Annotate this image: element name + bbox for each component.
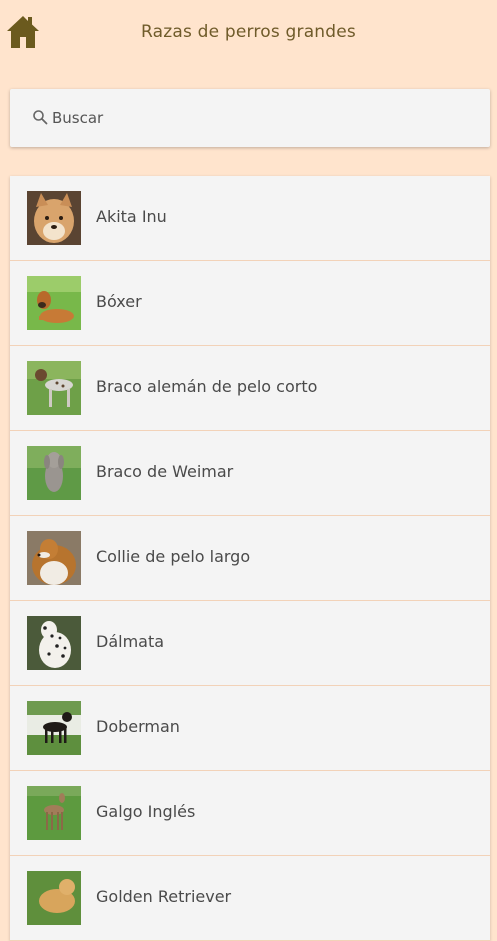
breed-name: Golden Retriever <box>96 887 232 906</box>
breed-list: Akita Inu Bóxer Braco alemán de pelo cor… <box>10 176 490 941</box>
app-header: Razas de perros grandes <box>0 0 497 70</box>
breed-name: Bóxer <box>96 292 142 311</box>
galgo-ingles-photo <box>27 786 81 840</box>
list-item[interactable]: Braco de Weimar <box>10 431 490 516</box>
breed-name: Collie de pelo largo <box>96 547 251 566</box>
breed-name: Dálmata <box>96 632 165 651</box>
braco-weimar-photo <box>27 446 81 500</box>
list-item[interactable]: Akita Inu <box>10 176 490 261</box>
breed-name: Doberman <box>96 717 180 736</box>
breed-name: Braco de Weimar <box>96 462 234 481</box>
list-item[interactable]: Doberman <box>10 686 490 771</box>
search-icon <box>33 110 48 125</box>
breed-name: Galgo Inglés <box>96 802 196 821</box>
page-title: Razas de perros grandes <box>140 22 356 42</box>
list-item[interactable]: Dálmata <box>10 601 490 686</box>
collie-photo <box>27 531 81 585</box>
list-item[interactable]: Galgo Inglés <box>10 771 490 856</box>
boxer-photo <box>27 276 81 330</box>
breed-name: Braco alemán de pelo corto <box>96 377 318 396</box>
list-item[interactable]: Golden Retriever <box>10 856 490 941</box>
list-item[interactable]: Bóxer <box>10 261 490 346</box>
list-item[interactable]: Braco alemán de pelo corto <box>10 346 490 431</box>
search-bar[interactable] <box>10 89 490 147</box>
golden-retriever-photo <box>27 871 81 925</box>
search-input[interactable] <box>52 103 472 133</box>
dalmata-photo <box>27 616 81 670</box>
list-item[interactable]: Collie de pelo largo <box>10 516 490 601</box>
braco-aleman-photo <box>27 361 81 415</box>
breed-name: Akita Inu <box>96 207 167 226</box>
doberman-photo <box>27 701 81 755</box>
akita-inu-photo <box>27 191 81 245</box>
